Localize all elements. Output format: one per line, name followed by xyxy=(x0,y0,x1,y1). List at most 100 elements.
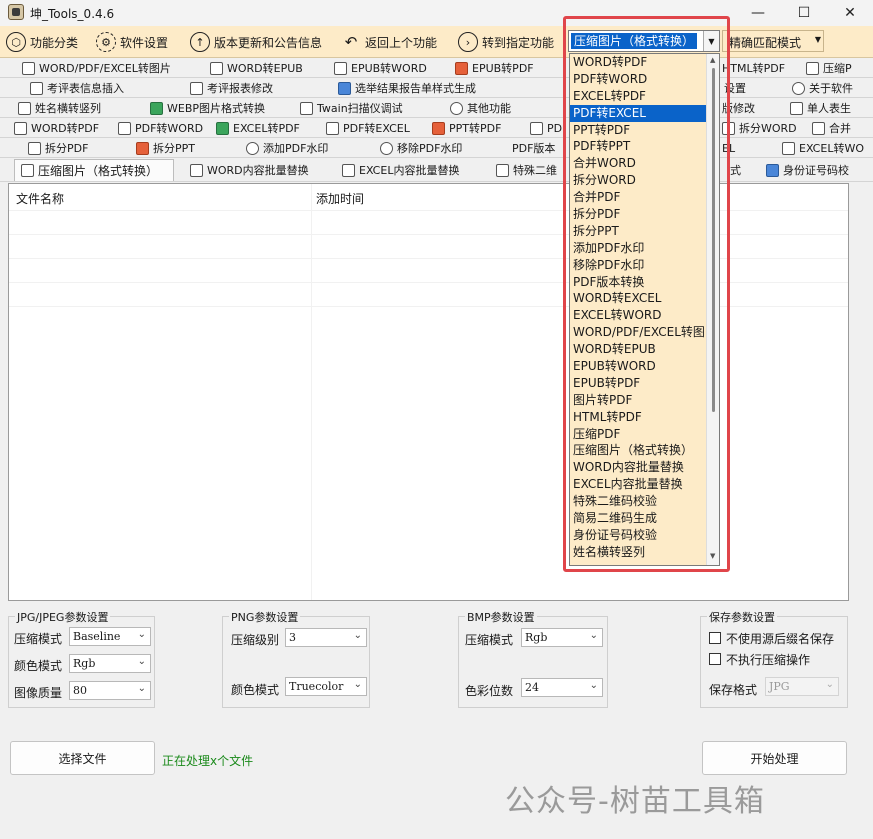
tab-row-5: 拆分PDF 拆分PPT 添加PDF水印 移除PDF水印 PDF版本 EL EXC… xyxy=(0,138,873,158)
tab-word-to-epub[interactable]: WORD转EPUB xyxy=(210,59,303,77)
bmp-mode-select[interactable]: Rgb ⌄ xyxy=(521,628,603,647)
save-settings-title: 保存参数设置 xyxy=(707,609,777,625)
update-notice-button[interactable]: ↑ 版本更新和公告信息 xyxy=(190,31,322,53)
tab-label: 合并 xyxy=(829,122,851,135)
gear-icon: ⚙ xyxy=(96,32,116,52)
match-mode-combobox[interactable]: 精确匹配模式 ▼ xyxy=(722,30,824,52)
feature-category-label: 功能分类 xyxy=(30,35,79,50)
watermark-icon xyxy=(380,141,393,155)
jpg-quality-select[interactable]: 80 ⌄ xyxy=(69,681,151,700)
chevron-down-icon: ⌄ xyxy=(137,683,146,694)
tab-ppt-to-pdf[interactable]: PPT转PDF xyxy=(432,119,501,137)
image-icon xyxy=(21,164,34,177)
tab-webp-convert[interactable]: WEBP图片格式转换 xyxy=(150,99,265,117)
tab-format[interactable]: 式 xyxy=(730,161,741,179)
tab-label: EPUB转PDF xyxy=(472,62,534,75)
jpg-color-label: 颜色模式 xyxy=(14,659,63,673)
tab-label: HTML转PDF xyxy=(722,62,786,75)
tab-compress-pdf[interactable]: 压缩P xyxy=(806,59,852,77)
tab-election-report[interactable]: 选举结果报告单样式生成 xyxy=(338,79,476,97)
match-mode-value: 精确匹配模式 xyxy=(729,36,802,50)
tab-label: 关于软件 xyxy=(809,82,853,95)
tab-label: WORD/PDF/EXCEL转图片 xyxy=(39,62,171,75)
png-level-select[interactable]: 3 ⌄ xyxy=(285,628,367,647)
tab-about[interactable]: 关于软件 xyxy=(792,79,853,97)
minimize-icon[interactable]: — xyxy=(735,0,781,26)
tab-word-to-pdf[interactable]: WORD转PDF xyxy=(14,119,99,137)
goto-feature-button[interactable]: › 转到指定功能 xyxy=(458,31,554,53)
tab-pdf-version[interactable]: PDF版本 xyxy=(512,139,555,157)
save-format-select[interactable]: JPG ⌄ xyxy=(765,677,839,696)
document-icon xyxy=(790,101,803,115)
tab-excel-to-word[interactable]: EXCEL转WO xyxy=(782,139,864,157)
select-value: JPG xyxy=(769,680,790,693)
table-icon xyxy=(30,81,43,95)
tab-evaluation-modify[interactable]: 考评报表修改 xyxy=(190,79,273,97)
feature-category-button[interactable]: ⬡ 功能分类 xyxy=(6,31,78,53)
document-icon xyxy=(14,121,27,135)
tab-single-table[interactable]: 单人表生 xyxy=(790,99,851,117)
tab-remove-pdf-watermark[interactable]: 移除PDF水印 xyxy=(380,139,462,157)
tab-label: 考评报表修改 xyxy=(207,82,273,95)
tab-row-2: 考评表信息插入 考评报表修改 选举结果报告单样式生成 设置 关于软件 xyxy=(0,78,873,98)
tab-label: Twain扫描仪调试 xyxy=(317,102,403,115)
tab-pdf-to-word[interactable]: PDF转WORD xyxy=(118,119,203,137)
jpg-color-select[interactable]: Rgb ⌄ xyxy=(69,654,151,673)
tab-id-card-check[interactable]: 身份证号码校 xyxy=(766,161,849,179)
software-settings-button[interactable]: ⚙ 软件设置 xyxy=(96,31,168,53)
tab-word-pdf-excel-to-image[interactable]: WORD/PDF/EXCEL转图片 xyxy=(22,59,171,77)
arrow-up-icon: ↑ xyxy=(190,32,210,52)
tab-excel-batch-replace[interactable]: EXCEL内容批量替换 xyxy=(342,161,459,179)
png-color-select[interactable]: Truecolor ⌄ xyxy=(285,677,367,696)
ppt-icon xyxy=(136,141,149,155)
tab-epub-to-word[interactable]: EPUB转WORD xyxy=(334,59,427,77)
tab-pdf-to-excel[interactable]: PDF转EXCEL xyxy=(326,119,410,137)
tab-split-word[interactable]: 拆分WORD xyxy=(722,119,797,137)
tab-add-pdf-watermark[interactable]: 添加PDF水印 xyxy=(246,139,328,157)
select-value: Rgb xyxy=(525,631,548,644)
id-card-icon xyxy=(766,163,779,177)
tab-label: 考评表信息插入 xyxy=(47,82,124,95)
column-header-time[interactable]: 添加时间 xyxy=(316,190,364,207)
ppt-icon xyxy=(432,121,445,135)
maximize-icon[interactable]: ☐ xyxy=(781,0,827,26)
tab-merge[interactable]: 合并 xyxy=(812,119,851,137)
tab-name-vertical[interactable]: 姓名横转竖列 xyxy=(18,99,101,117)
select-value: Truecolor xyxy=(289,680,344,693)
window-title: 坤_Tools_0.4.6 xyxy=(30,7,115,21)
no-source-suffix-checkbox[interactable] xyxy=(709,632,721,644)
tab-split-pdf[interactable]: 拆分PDF xyxy=(28,139,88,157)
tab-epub-to-pdf[interactable]: EPUB转PDF xyxy=(455,59,534,77)
document-icon xyxy=(210,61,223,75)
chevron-down-icon: ⌄ xyxy=(137,629,146,640)
document-icon xyxy=(812,121,825,135)
tab-pdf-partial[interactable]: PD xyxy=(530,119,562,137)
tab-label: WEBP图片格式转换 xyxy=(167,102,266,115)
tab-excel-to-pdf[interactable]: EXCEL转PDF xyxy=(216,119,300,137)
chevron-down-icon[interactable]: ▼ xyxy=(815,35,821,44)
save-format-label: 保存格式 xyxy=(709,683,758,697)
select-value: 24 xyxy=(525,681,539,694)
select-file-button[interactable]: 选择文件 xyxy=(10,741,155,775)
software-settings-label: 软件设置 xyxy=(120,35,169,50)
back-label: 返回上个功能 xyxy=(365,35,438,50)
tab-evaluation-insert[interactable]: 考评表信息插入 xyxy=(30,79,124,97)
tab-row-6: 压缩图片（格式转换） WORD内容批量替换 EXCEL内容批量替换 特殊二维 式… xyxy=(0,158,873,182)
start-processing-button[interactable]: 开始处理 xyxy=(702,741,847,775)
qrcode-icon xyxy=(496,163,509,177)
tab-word-batch-replace[interactable]: WORD内容批量替换 xyxy=(190,161,309,179)
jpg-mode-select[interactable]: Baseline ⌄ xyxy=(69,627,151,646)
tab-split-ppt[interactable]: 拆分PPT xyxy=(136,139,195,157)
png-settings-title: PNG参数设置 xyxy=(229,609,301,625)
no-compress-checkbox[interactable] xyxy=(709,653,721,665)
back-button[interactable]: ↶ 返回上个功能 xyxy=(341,31,437,53)
column-header-name[interactable]: 文件名称 xyxy=(16,190,64,207)
tab-other-functions[interactable]: 其他功能 xyxy=(450,99,511,117)
close-icon[interactable]: ✕ xyxy=(827,0,873,26)
tab-compress-image[interactable]: 压缩图片（格式转换） xyxy=(14,159,174,181)
tab-special-qrcode[interactable]: 特殊二维 xyxy=(496,161,557,179)
bmp-depth-select[interactable]: 24 ⌄ xyxy=(521,678,603,697)
tab-twain-scanner[interactable]: Twain扫描仪调试 xyxy=(300,99,403,117)
tab-html-to-pdf[interactable]: HTML转PDF xyxy=(722,59,785,77)
excel-icon xyxy=(216,121,229,135)
